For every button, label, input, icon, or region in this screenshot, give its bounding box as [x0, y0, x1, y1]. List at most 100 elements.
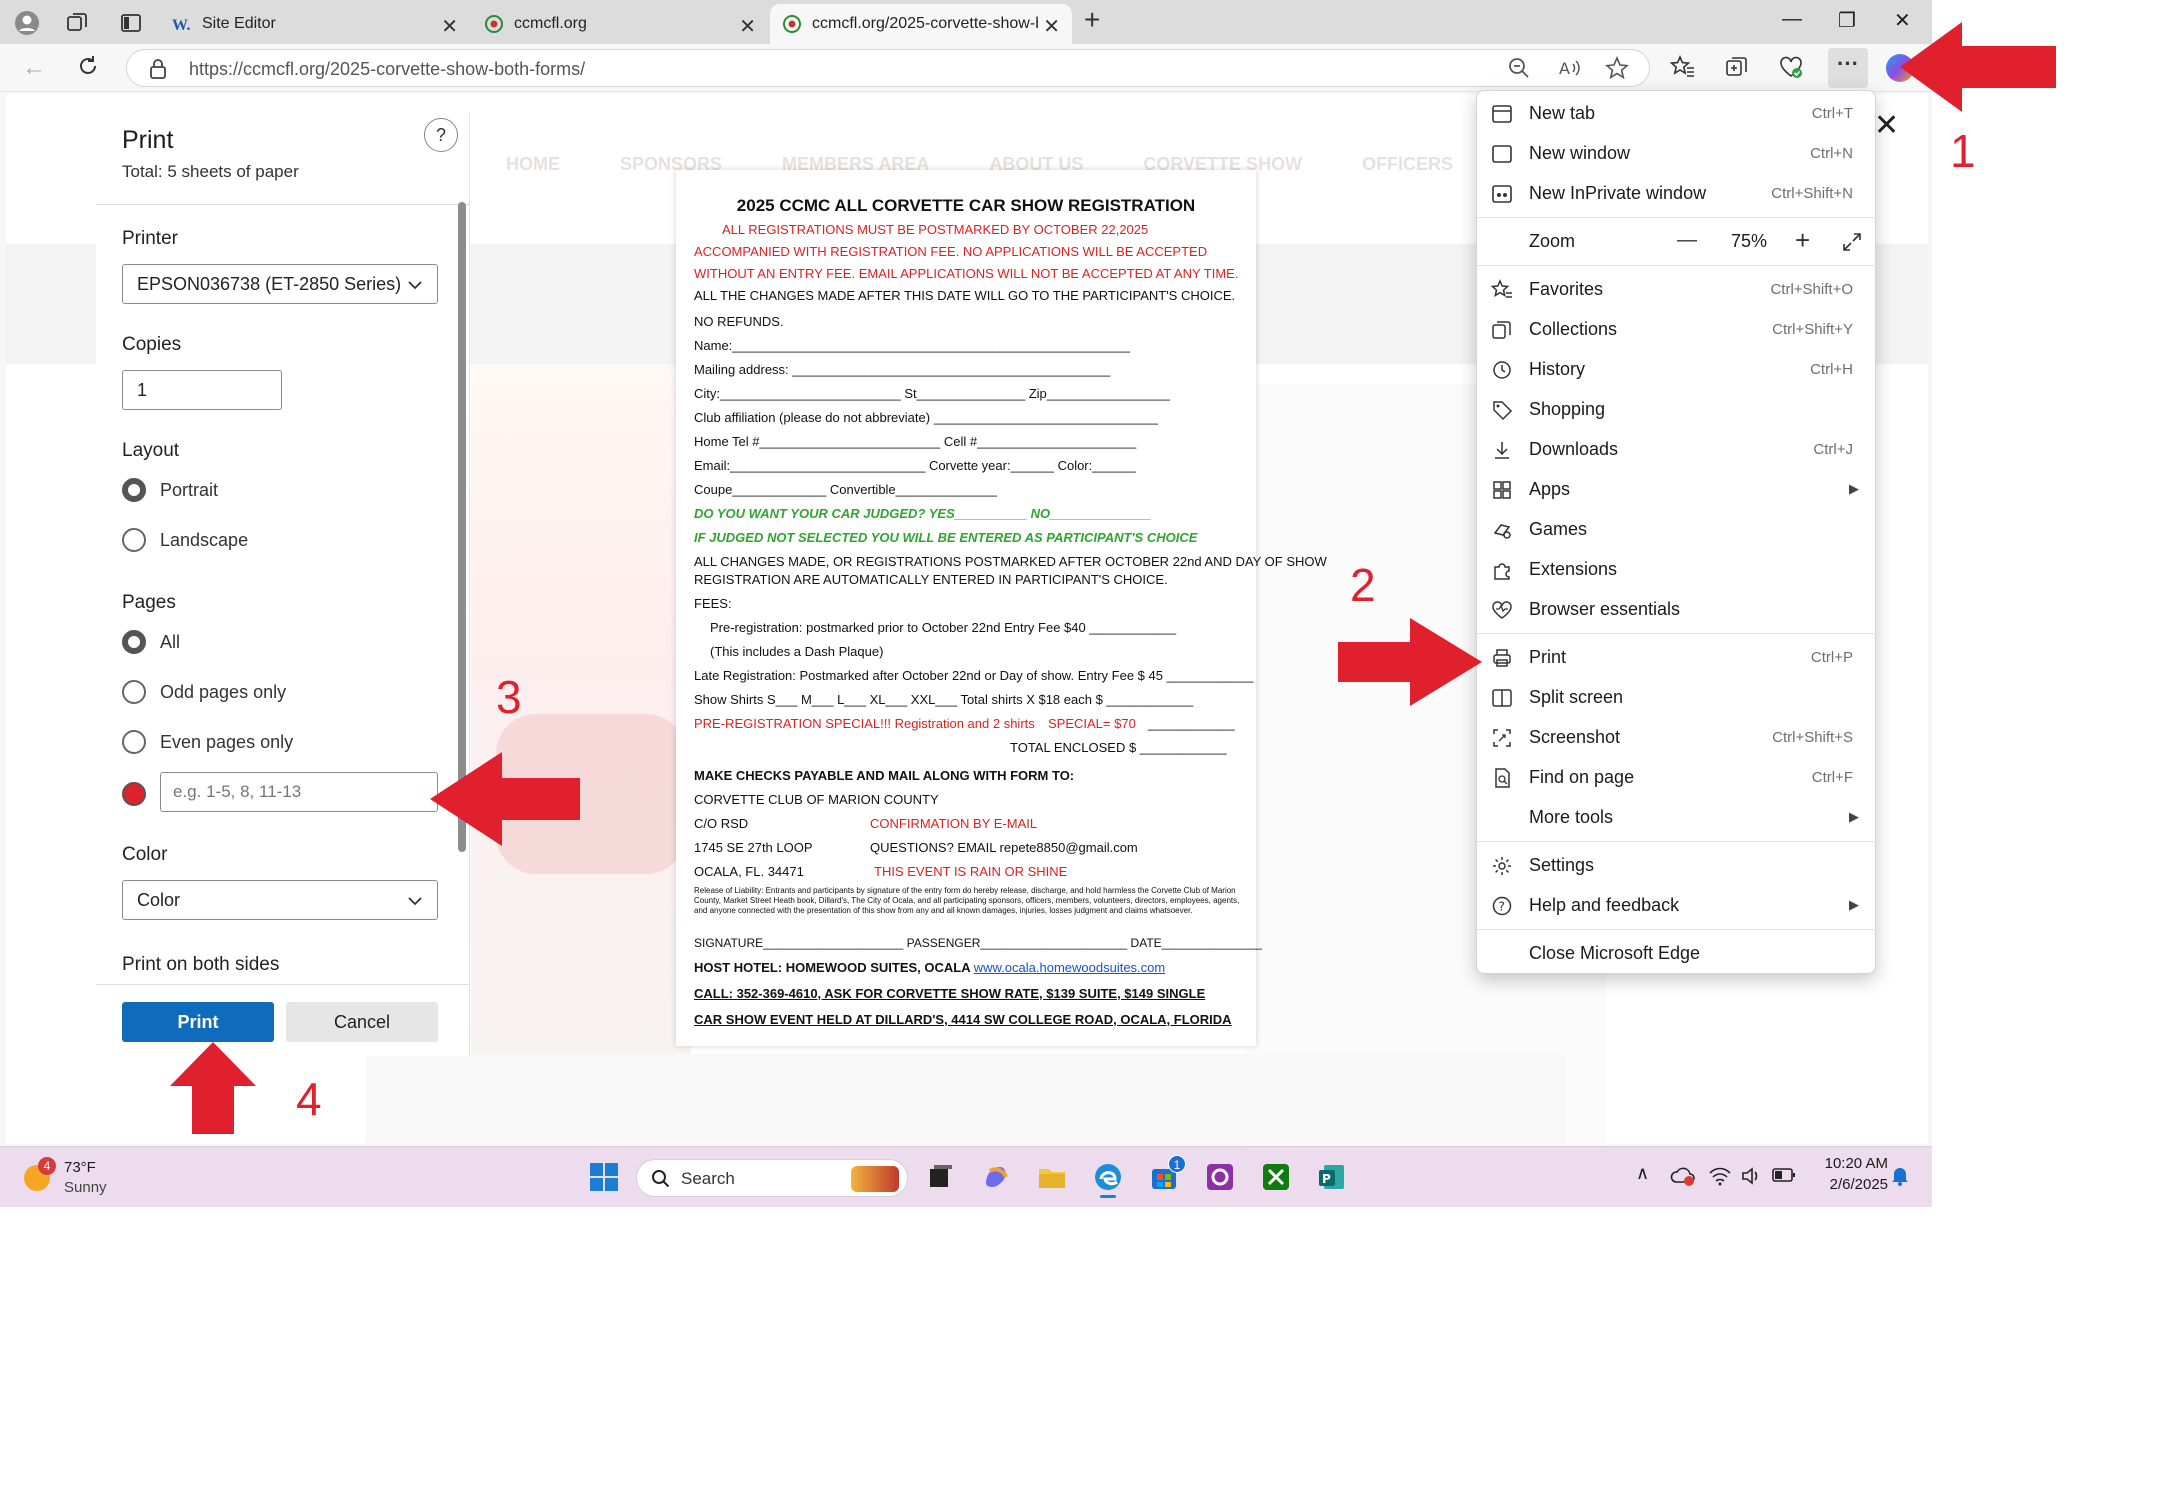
copilot-taskbar-icon[interactable]: [980, 1161, 1012, 1193]
menu-item-print[interactable]: Print Ctrl+P: [1477, 637, 1877, 677]
star-icon[interactable]: [1605, 56, 1633, 84]
menu-label: Collections: [1529, 319, 1618, 339]
store-icon[interactable]: 1: [1148, 1155, 1186, 1193]
workspaces-icon[interactable]: [66, 12, 88, 34]
even-pages-radio[interactable]: [122, 730, 146, 754]
preview-line: MAKE CHECKS PAYABLE AND MAIL ALONG WITH …: [694, 768, 1075, 783]
menu-item-downloads[interactable]: Downloads Ctrl+J: [1477, 429, 1877, 469]
menu-item-new-window[interactable]: New window Ctrl+N: [1477, 133, 1877, 173]
odd-pages-radio[interactable]: [122, 680, 146, 704]
file-explorer-icon[interactable]: [1036, 1161, 1068, 1193]
printer-select[interactable]: EPSON036738 (ET-2850 Series): [122, 264, 438, 304]
menu-item-games[interactable]: Games: [1477, 509, 1877, 549]
cancel-button[interactable]: Cancel: [286, 1002, 438, 1042]
portrait-radio[interactable]: [122, 478, 146, 502]
menu-label: Find on page: [1529, 767, 1635, 787]
help-button[interactable]: ?: [424, 118, 458, 152]
print-dialog-title: Print: [122, 126, 174, 154]
close-icon[interactable]: ✕: [441, 14, 458, 39]
clock[interactable]: 10:20 AM 2/6/2025: [1808, 1155, 1888, 1193]
menu-item-settings[interactable]: Settings: [1477, 845, 1877, 885]
zoom-in-button[interactable]: +: [1795, 225, 1810, 256]
close-preview-icon[interactable]: ✕: [1874, 108, 1899, 143]
browser-essentials-toolbar-icon[interactable]: [1778, 54, 1806, 82]
menu-item-new-tab[interactable]: New tab Ctrl+T: [1477, 93, 1877, 133]
help-icon: ?: [435, 125, 446, 145]
zoom-out-icon[interactable]: [1507, 56, 1535, 84]
menu-label: Shopping: [1529, 399, 1606, 419]
custom-pages-radio[interactable]: [122, 782, 146, 806]
menu-item-shopping[interactable]: Shopping: [1477, 389, 1877, 429]
color-select[interactable]: Color: [122, 880, 438, 920]
url-text[interactable]: https://ccmcfl.org/2025-corvette-show-bo…: [189, 59, 585, 80]
close-icon[interactable]: ✕: [739, 14, 756, 39]
tab-corvette-show[interactable]: ccmcfl.org/2025-corvette-show-b ✕: [770, 4, 1072, 44]
menu-item-apps[interactable]: Apps ▶: [1477, 469, 1877, 509]
preview-title: 2025 CCMC ALL CORVETTE CAR SHOW REGISTRA…: [736, 196, 1196, 215]
show-hidden-icons[interactable]: ∧: [1636, 1163, 1649, 1184]
landscape-radio[interactable]: [122, 528, 146, 552]
notifications-bell-icon[interactable]: [1890, 1165, 1910, 1187]
tab-ccmcfl[interactable]: ccmcfl.org ✕: [472, 4, 768, 44]
photo-app-icon[interactable]: [1204, 1161, 1236, 1193]
fullscreen-icon[interactable]: [1841, 231, 1863, 253]
edge-taskbar-icon[interactable]: [1092, 1161, 1124, 1198]
nav-home[interactable]: HOME: [506, 154, 560, 194]
lock-icon[interactable]: [149, 59, 167, 79]
preview-line: Show Shirts S___ M___ L___ XL___ XXL___ …: [694, 692, 1194, 707]
wifi-icon[interactable]: [1708, 1165, 1732, 1187]
refresh-icon[interactable]: [76, 54, 100, 78]
new-window-icon: [1492, 145, 1512, 163]
restore-icon[interactable]: ❐: [1838, 8, 1856, 33]
task-view-icon[interactable]: [924, 1161, 956, 1193]
menu-item-more-tools[interactable]: More tools ▶: [1477, 797, 1877, 837]
menu-item-find-on-page[interactable]: Find on page Ctrl+F: [1477, 757, 1877, 797]
menu-item-extensions[interactable]: Extensions: [1477, 549, 1877, 589]
menu-divider: [1477, 841, 1877, 842]
preview-line: THIS EVENT IS RAIN OR SHINE: [874, 864, 1068, 879]
weather-desc: Sunny: [64, 1179, 107, 1196]
preview-line: CORVETTE CLUB OF MARION COUNTY: [694, 792, 939, 807]
settings-and-more-button[interactable]: ···: [1828, 48, 1868, 88]
menu-item-close-edge[interactable]: Close Microsoft Edge: [1477, 933, 1877, 973]
menu-item-browser-essentials[interactable]: Browser essentials: [1477, 589, 1877, 629]
onedrive-icon[interactable]: [1670, 1165, 1696, 1187]
screen: W. Site Editor ✕ ccmcfl.org ✕ ccmcfl.org…: [0, 0, 1932, 1207]
menu-label: Downloads: [1529, 439, 1619, 459]
battery-icon[interactable]: [1772, 1167, 1796, 1183]
new-tab-plus-icon[interactable]: +: [1084, 4, 1100, 36]
print-button[interactable]: Print: [122, 1002, 274, 1042]
profile-icon[interactable]: [14, 10, 40, 36]
xbox-icon[interactable]: [1260, 1161, 1292, 1193]
tab-site-editor[interactable]: W. Site Editor ✕: [160, 4, 470, 44]
start-button[interactable]: [588, 1161, 620, 1193]
read-aloud-icon[interactable]: A: [1557, 56, 1585, 84]
back-icon[interactable]: ←: [22, 54, 46, 82]
menu-item-split-screen[interactable]: Split screen: [1477, 677, 1877, 717]
custom-pages-input[interactable]: [160, 772, 438, 812]
menu-item-collections[interactable]: Collections Ctrl+Shift+Y: [1477, 309, 1877, 349]
minimize-icon[interactable]: —: [1782, 8, 1802, 31]
address-bar[interactable]: https://ccmcfl.org/2025-corvette-show-bo…: [126, 49, 1650, 87]
menu-item-favorites[interactable]: Favorites Ctrl+Shift+O: [1477, 269, 1877, 309]
weather-widget[interactable]: 4 73°F Sunny: [24, 1157, 164, 1201]
pages-all-radio[interactable]: [122, 630, 146, 654]
taskbar-search[interactable]: Search: [636, 1159, 908, 1197]
volume-icon[interactable]: [1740, 1165, 1764, 1187]
menu-item-new-inprivate[interactable]: New InPrivate window Ctrl+Shift+N: [1477, 173, 1877, 213]
menu-item-help-feedback[interactable]: ? Help and feedback ▶: [1477, 885, 1877, 925]
vertical-tabs-icon[interactable]: [120, 12, 142, 34]
preview-line: ____________: [1148, 716, 1235, 731]
preview-hotel-link[interactable]: www.ocala.homewoodsuites.com: [974, 960, 1165, 975]
sponsor-strip: [366, 1054, 1566, 1144]
nav-officers[interactable]: OFFICERS: [1362, 154, 1453, 194]
close-icon[interactable]: ✕: [1043, 14, 1060, 39]
menu-label: Apps: [1529, 479, 1571, 499]
publisher-icon[interactable]: P: [1316, 1161, 1348, 1193]
menu-item-screenshot[interactable]: Screenshot Ctrl+Shift+S: [1477, 717, 1877, 757]
favorites-bar-icon[interactable]: [1670, 54, 1698, 82]
collections-toolbar-icon[interactable]: [1724, 54, 1752, 82]
menu-item-history[interactable]: History Ctrl+H: [1477, 349, 1877, 389]
zoom-out-button[interactable]: —: [1677, 229, 1697, 252]
copies-input[interactable]: 1: [122, 370, 282, 410]
